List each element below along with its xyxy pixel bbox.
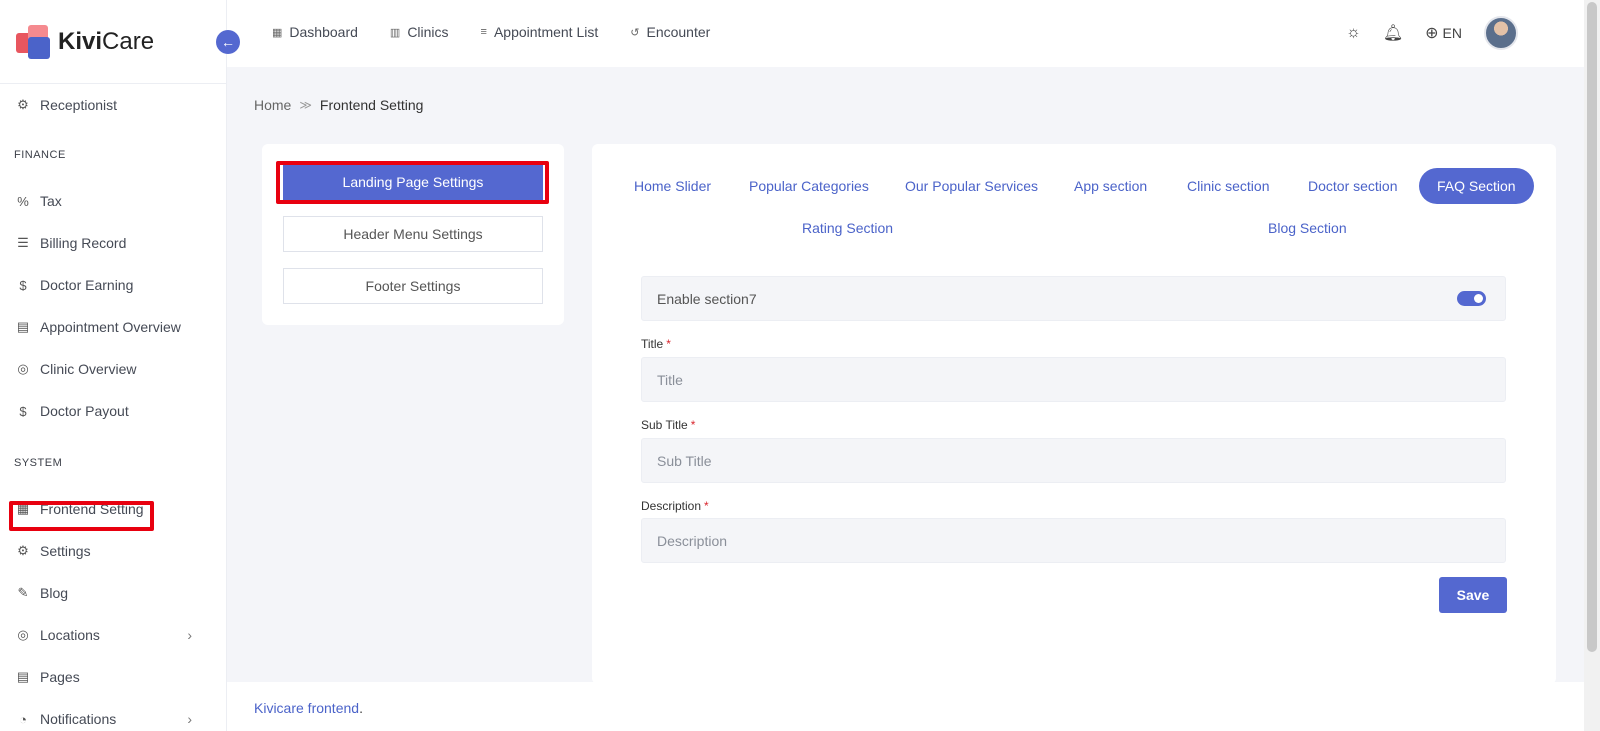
description-input[interactable]	[641, 518, 1506, 563]
enable-section-row: Enable section7	[641, 276, 1506, 321]
top-navigation: ▦ Dashboard ▥ Clinics ≡ Appointment List…	[272, 24, 710, 40]
sidebar-item-billing-record[interactable]: ☰ Billing Record	[0, 222, 226, 264]
gear-icon: ⚙	[17, 543, 29, 558]
building-icon: ▥	[389, 26, 401, 39]
pages-icon: ▤	[16, 669, 30, 684]
sidebar-collapse-button[interactable]: ←	[216, 30, 240, 54]
title-input[interactable]	[641, 357, 1506, 402]
sidebar-item-doctor-payout[interactable]: $ Doctor Payout	[0, 390, 226, 432]
logo-text: KiviCare	[58, 27, 155, 55]
scrollbar-thumb[interactable]	[1587, 2, 1597, 652]
location-pin-icon: ◎	[17, 361, 29, 376]
tab-rating-section[interactable]: Rating Section	[802, 210, 893, 246]
sidebar-item-pages[interactable]: ▤ Pages	[0, 656, 226, 698]
location-pin-icon: ◎	[17, 627, 29, 642]
history-icon: ↺	[630, 26, 640, 39]
language-selector[interactable]: ⊕ EN	[1425, 23, 1462, 43]
chevron-right-icon: ›	[187, 627, 192, 643]
sidebar-item-locations[interactable]: ◎ Locations ›	[0, 614, 226, 656]
document-icon: ▤	[16, 319, 30, 334]
description-label: Description *	[641, 499, 709, 513]
chevron-right-icon: ›	[187, 711, 192, 727]
sidebar-item-label: Notifications	[40, 711, 117, 727]
footer-settings-button[interactable]: Footer Settings	[283, 268, 543, 304]
tab-app-section[interactable]: App section	[1074, 168, 1147, 204]
header-menu-settings-button[interactable]: Header Menu Settings	[283, 216, 543, 252]
topbar-actions: ☼ 🔔︎ ⊕ EN	[1346, 16, 1518, 50]
enable-section-toggle[interactable]	[1457, 291, 1486, 306]
breadcrumb-home[interactable]: Home	[254, 97, 291, 113]
logo[interactable]: KiviCare	[0, 0, 226, 84]
sidebar-item-settings[interactable]: ⚙ Settings	[0, 530, 226, 572]
topnav-dashboard[interactable]: ▦ Dashboard	[272, 24, 358, 40]
landing-page-settings-panel: Home Slider Popular Categories Our Popul…	[592, 144, 1556, 684]
sidebar-item-label: Blog	[40, 585, 69, 601]
sidebar-section-system: SYSTEM	[14, 457, 63, 469]
topnav-label: Appointment List	[493, 24, 599, 40]
breadcrumb-current: Frontend Setting	[319, 97, 424, 113]
tab-doctor-section[interactable]: Doctor section	[1308, 168, 1397, 204]
subtitle-input[interactable]	[641, 438, 1506, 483]
billing-icon: ☰	[17, 235, 29, 250]
sidebar-item-clinic-overview[interactable]: ◎ Clinic Overview	[0, 348, 226, 390]
sidebar-item-label: Pages	[40, 669, 80, 685]
topnav-encounter[interactable]: ↺ Encounter	[630, 24, 710, 40]
double-chevron-icon: ≫	[299, 98, 312, 112]
receptionist-icon: ⚙	[17, 97, 29, 112]
sidebar-section-finance: FINANCE	[14, 149, 66, 161]
sidebar-item-label: Billing Record	[40, 235, 127, 251]
sidebar-item-appointment-overview[interactable]: ▤ Appointment Overview	[0, 306, 226, 348]
sidebar-item-blog[interactable]: ✎ Blog	[0, 572, 226, 614]
globe-icon: ⊕	[1425, 25, 1439, 42]
sidebar-item-label: Tax	[40, 193, 62, 209]
sidebar-item-label: Receptionist	[40, 97, 118, 113]
enable-section-label: Enable section7	[657, 291, 757, 307]
tab-blog-section[interactable]: Blog Section	[1268, 210, 1347, 246]
kivicare-logo-icon	[16, 24, 50, 59]
subtitle-label: Sub Title *	[641, 418, 696, 432]
sidebar-item-receptionist[interactable]: ⚙ Receptionist	[0, 84, 226, 126]
topnav-clinics[interactable]: ▥ Clinics	[390, 24, 449, 40]
pencil-icon: ✎	[17, 585, 29, 600]
bell-icon[interactable]: 🔔︎	[1383, 23, 1403, 43]
sidebar-item-label: Appointment Overview	[40, 319, 181, 335]
tab-faq-section[interactable]: FAQ Section	[1419, 168, 1534, 204]
footer: Kivicare frontend.	[227, 682, 1590, 731]
bell-icon: ◔	[19, 711, 27, 727]
tab-home-slider[interactable]: Home Slider	[634, 168, 711, 204]
sidebar-item-doctor-earning[interactable]: $ Doctor Earning	[0, 264, 226, 306]
sidebar-item-notifications[interactable]: ◔ Notifications ›	[0, 698, 226, 731]
sidebar-item-label: Doctor Earning	[40, 277, 134, 293]
sidebar-item-label: Settings	[40, 543, 91, 559]
page-scrollbar[interactable]	[1584, 0, 1600, 731]
sidebar-item-label: Clinic Overview	[40, 361, 137, 377]
sidebar: KiviCare ⚙ Receptionist FINANCE % Tax ☰ …	[0, 0, 227, 731]
sidebar-item-label: Doctor Payout	[40, 403, 129, 419]
save-button[interactable]: Save	[1439, 577, 1507, 613]
topnav-label: Clinics	[407, 24, 449, 40]
tab-popular-services[interactable]: Our Popular Services	[905, 168, 1038, 204]
sidebar-item-tax[interactable]: % Tax	[0, 180, 226, 222]
sliders-icon: ≡	[480, 26, 487, 38]
topnav-label: Dashboard	[289, 24, 358, 40]
highlight-frontend-setting	[9, 501, 154, 531]
sun-icon[interactable]: ☼	[1346, 24, 1361, 42]
percent-icon: %	[17, 193, 29, 209]
sidebar-item-label: Locations	[40, 627, 100, 643]
tab-clinic-section[interactable]: Clinic section	[1187, 168, 1269, 204]
dollar-icon: $	[19, 277, 27, 293]
topnav-appointment-list[interactable]: ≡ Appointment List	[481, 24, 599, 40]
breadcrumb: Home ≫ Frontend Setting	[254, 97, 423, 113]
avatar[interactable]	[1484, 16, 1518, 50]
topbar: ▦ Dashboard ▥ Clinics ≡ Appointment List…	[227, 0, 1600, 67]
title-label: Title *	[641, 337, 671, 351]
tab-popular-categories[interactable]: Popular Categories	[749, 168, 869, 204]
language-label: EN	[1442, 25, 1462, 41]
topnav-label: Encounter	[646, 24, 711, 40]
grid-icon: ▦	[272, 26, 283, 39]
footer-link[interactable]: Kivicare frontend.	[254, 700, 363, 716]
highlight-landing-page-settings	[276, 161, 549, 204]
dollar-icon: $	[19, 403, 27, 419]
